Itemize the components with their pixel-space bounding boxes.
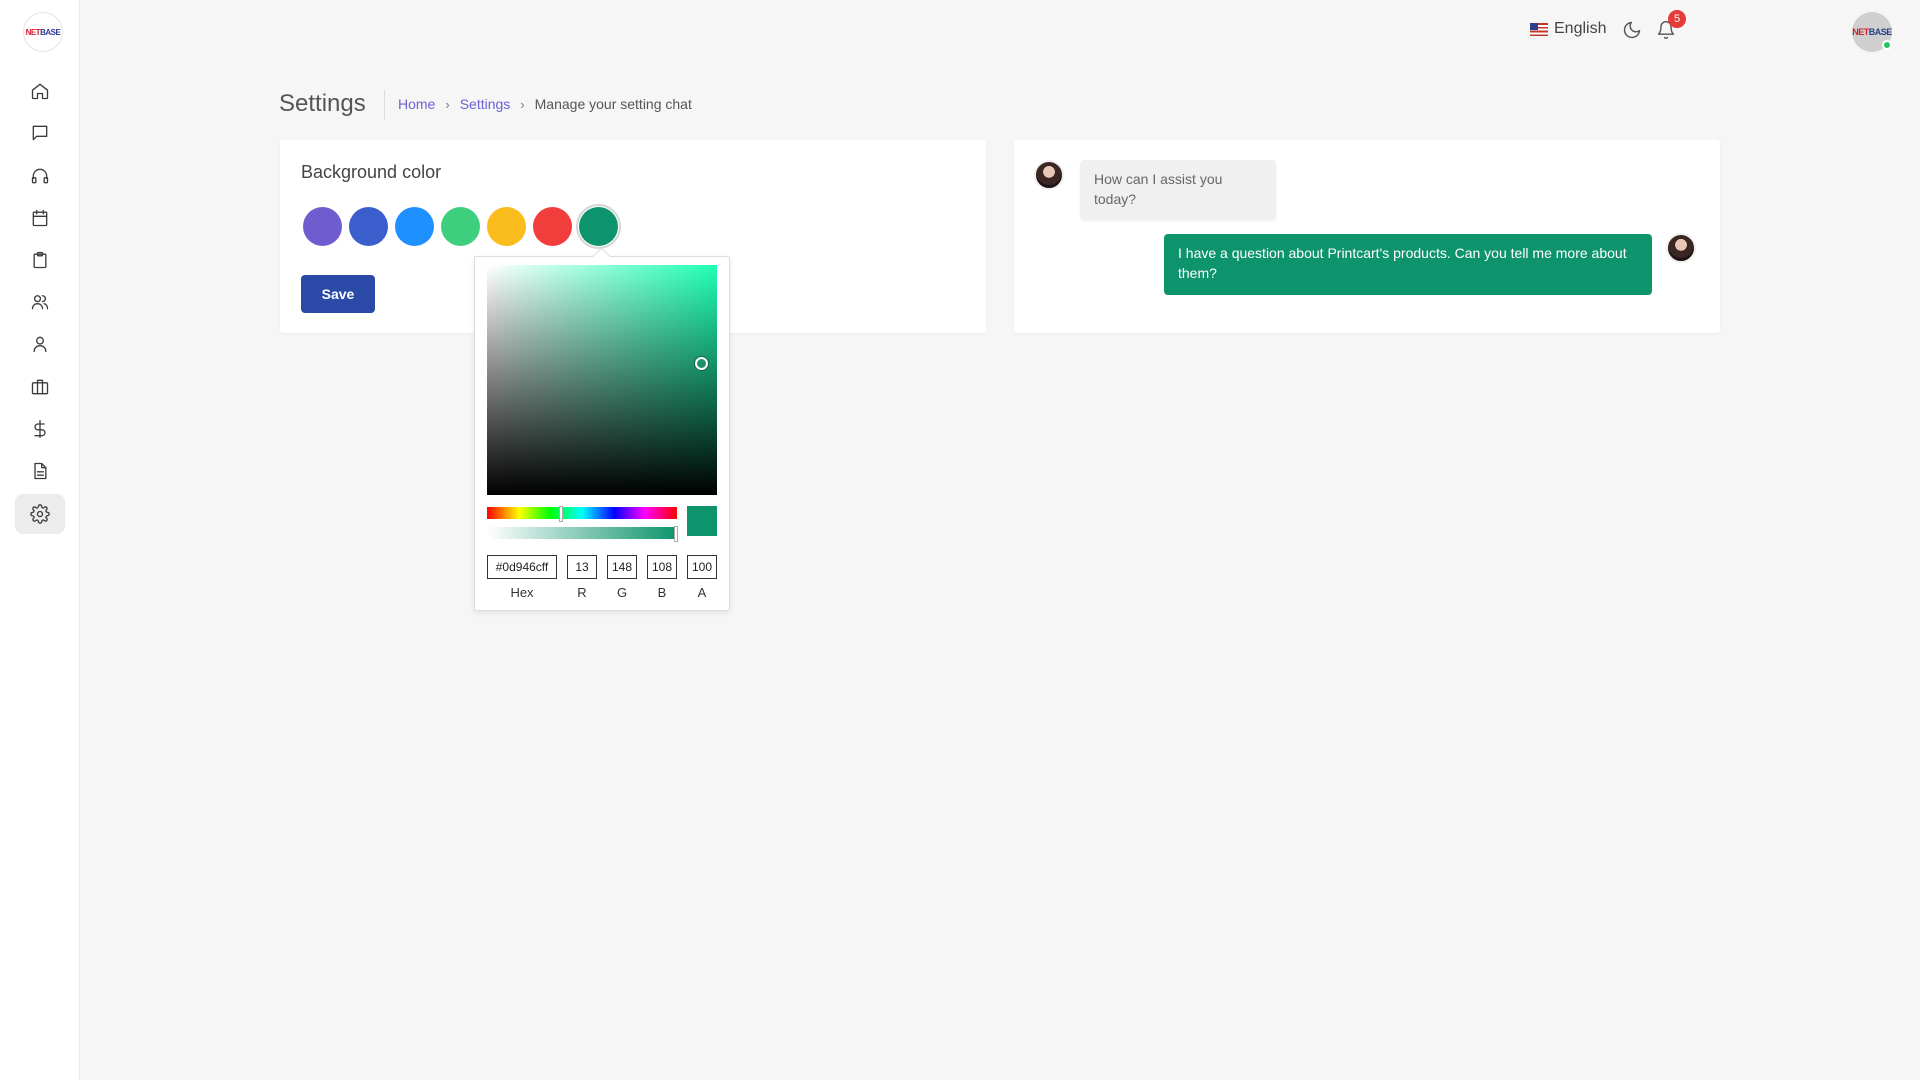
incoming-message: How can I assist you today?: [1080, 160, 1276, 220]
sidebar-item-billing[interactable]: [15, 409, 65, 449]
sidebar-item-support[interactable]: [15, 156, 65, 196]
color-swatch[interactable]: [533, 207, 572, 246]
calendar-icon: [32, 209, 48, 227]
red-input[interactable]: [567, 555, 597, 579]
blue-label: B: [657, 585, 667, 600]
red-label: R: [577, 585, 587, 600]
hue-slider[interactable]: [487, 507, 677, 519]
color-swatch[interactable]: [441, 207, 480, 246]
user-chat-avatar: [1666, 233, 1696, 263]
avatar-logo-text: NETBASE: [1852, 27, 1892, 37]
green-input[interactable]: [607, 555, 637, 579]
card-title: Background color: [301, 162, 442, 182]
gear-icon: [30, 504, 50, 524]
sidebar-item-chat[interactable]: [15, 113, 65, 153]
agent-avatar: [1034, 160, 1064, 190]
language-label: English: [1554, 20, 1607, 37]
saturation-cursor[interactable]: [695, 357, 708, 370]
sidebar-item-settings[interactable]: [15, 494, 65, 534]
sidebar-item-documents[interactable]: [15, 451, 65, 491]
green-label: G: [616, 585, 628, 600]
headphones-icon: [31, 168, 49, 184]
sidebar: NETBASE: [0, 0, 80, 1080]
saturation-area[interactable]: [487, 265, 717, 495]
page-title: Settings: [279, 90, 366, 117]
online-status-dot: [1882, 40, 1892, 50]
chat-icon: [32, 125, 48, 141]
breadcrumb-settings[interactable]: Settings: [460, 96, 511, 112]
chat-preview-card: How can I assist you today? I have a que…: [1014, 140, 1720, 333]
brand-logo[interactable]: NETBASE: [23, 12, 63, 52]
dark-mode-toggle[interactable]: [1622, 20, 1644, 42]
color-preview: [687, 506, 717, 536]
hue-slider-handle[interactable]: [559, 506, 563, 522]
chevron-right-icon: ›: [520, 96, 525, 112]
chevron-right-icon: ›: [445, 96, 450, 112]
notification-badge: 5: [1668, 10, 1686, 28]
alpha-input[interactable]: [687, 555, 717, 579]
brand-logo-text: NETBASE: [25, 27, 61, 37]
color-swatches: [303, 204, 621, 249]
hex-input[interactable]: [487, 555, 557, 579]
outgoing-message: I have a question about Printcart's prod…: [1164, 234, 1652, 295]
language-selector[interactable]: English: [1530, 20, 1606, 38]
save-button[interactable]: Save: [301, 275, 375, 313]
sidebar-item-profile[interactable]: [15, 324, 65, 364]
sidebar-item-tasks[interactable]: [15, 240, 65, 280]
briefcase-icon: [31, 379, 49, 395]
dollar-icon: [34, 420, 46, 438]
color-swatch-selected[interactable]: [576, 204, 621, 249]
color-swatch[interactable]: [349, 207, 388, 246]
document-icon: [34, 462, 47, 480]
moon-icon: [1623, 21, 1641, 39]
sidebar-item-team[interactable]: [15, 282, 65, 322]
users-icon: [31, 295, 49, 310]
breadcrumb: Home › Settings › Manage your setting ch…: [398, 96, 692, 112]
hex-label: Hex: [510, 585, 534, 600]
title-divider: [384, 90, 385, 120]
color-picker-popover: Hex R G B A: [474, 256, 730, 611]
sidebar-item-business[interactable]: [15, 367, 65, 407]
alpha-slider[interactable]: [487, 527, 677, 539]
sidebar-item-home[interactable]: [15, 71, 65, 111]
color-swatch[interactable]: [487, 207, 526, 246]
color-swatch[interactable]: [395, 207, 434, 246]
clipboard-icon: [33, 251, 47, 269]
alpha-slider-handle[interactable]: [674, 526, 678, 542]
blue-input[interactable]: [647, 555, 677, 579]
user-icon: [33, 336, 47, 353]
breadcrumb-current: Manage your setting chat: [534, 96, 692, 112]
alpha-label: A: [697, 585, 707, 600]
home-icon: [31, 83, 49, 100]
color-swatch[interactable]: [303, 207, 342, 246]
breadcrumb-home[interactable]: Home: [398, 96, 435, 112]
sidebar-item-calendar[interactable]: [15, 198, 65, 238]
us-flag-icon: [1530, 22, 1548, 36]
